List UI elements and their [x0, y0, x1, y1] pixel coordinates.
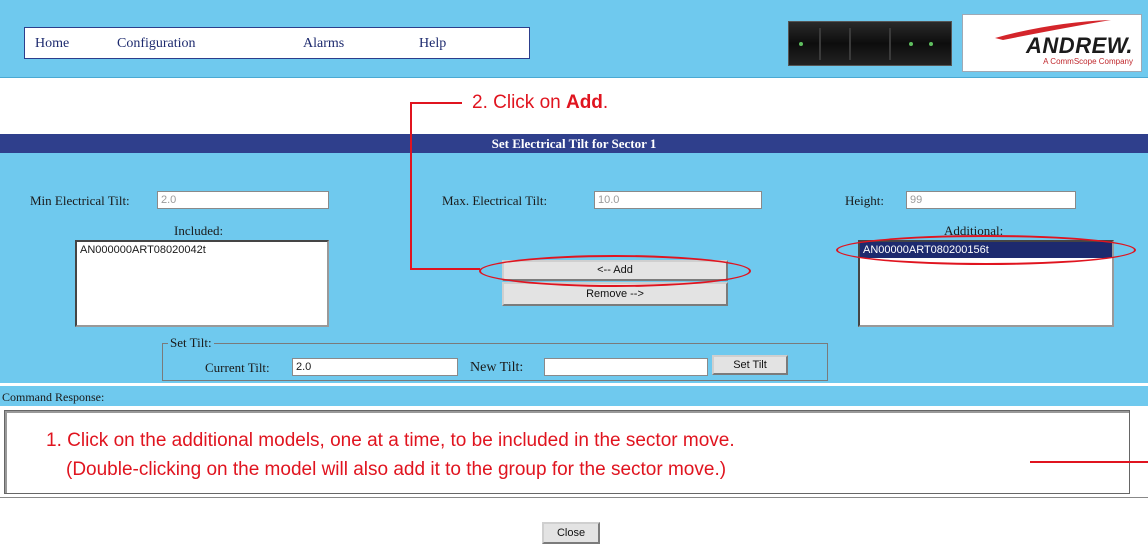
- list-item[interactable]: AN000000ART08020042t: [77, 242, 327, 258]
- logo-tagline: A CommScope Company: [1043, 57, 1133, 66]
- height-label: Height:: [845, 193, 884, 208]
- step2-prefix: 2. Click on: [472, 92, 566, 113]
- callout-line: [410, 102, 462, 104]
- included-list[interactable]: AN000000ART08020042t: [75, 240, 329, 327]
- command-response-box: [4, 410, 1130, 494]
- new-tilt-field[interactable]: [544, 358, 708, 376]
- current-tilt-field[interactable]: 2.0: [292, 358, 458, 376]
- menu-help[interactable]: Help: [419, 36, 446, 52]
- max-tilt-label: Max. Electrical Tilt:: [442, 193, 548, 208]
- step2-annotation: 2. Click on Add.: [472, 92, 608, 114]
- additional-highlight-oval: [836, 235, 1136, 265]
- current-tilt-label: Current Tilt:: [205, 360, 270, 375]
- step2-bold: Add: [565, 92, 603, 113]
- dialog-title: Set Electrical Tilt for Sector 1: [0, 134, 1148, 153]
- divider: [0, 497, 1148, 498]
- min-tilt-field[interactable]: 2.0: [157, 191, 329, 209]
- callout-line: [410, 102, 412, 270]
- set-tilt-button[interactable]: Set Tilt: [712, 355, 788, 375]
- included-label: Included:: [174, 223, 224, 238]
- step1-annotation-line1: 1. Click on the additional models, one a…: [46, 430, 735, 451]
- menu-alarms[interactable]: Alarms: [303, 36, 344, 52]
- company-logo: ANDREW. A CommScope Company: [962, 14, 1142, 72]
- close-button[interactable]: Close: [542, 522, 600, 544]
- device-image: [788, 21, 952, 66]
- command-response-label: Command Response:: [2, 390, 105, 404]
- step2-suffix: .: [602, 92, 609, 113]
- step1-annotation-line2: (Double-clicking on the model will also …: [66, 459, 727, 480]
- menu-home[interactable]: Home: [35, 36, 69, 52]
- callout-line: [1030, 461, 1148, 463]
- main-menu: Home Configuration Alarms Help: [24, 27, 530, 59]
- min-tilt-label: Min Electrical Tilt:: [30, 193, 130, 208]
- max-tilt-field[interactable]: 10.0: [594, 191, 762, 209]
- callout-line: [410, 268, 480, 270]
- menu-configuration[interactable]: Configuration: [117, 36, 196, 52]
- new-tilt-label: New Tilt:: [470, 360, 524, 375]
- height-field[interactable]: 99: [906, 191, 1076, 209]
- set-tilt-legend: Set Tilt:: [168, 335, 214, 351]
- add-highlight-oval: [479, 255, 751, 287]
- command-response-header: [0, 386, 1148, 406]
- logo-brand: ANDREW.: [1026, 33, 1133, 58]
